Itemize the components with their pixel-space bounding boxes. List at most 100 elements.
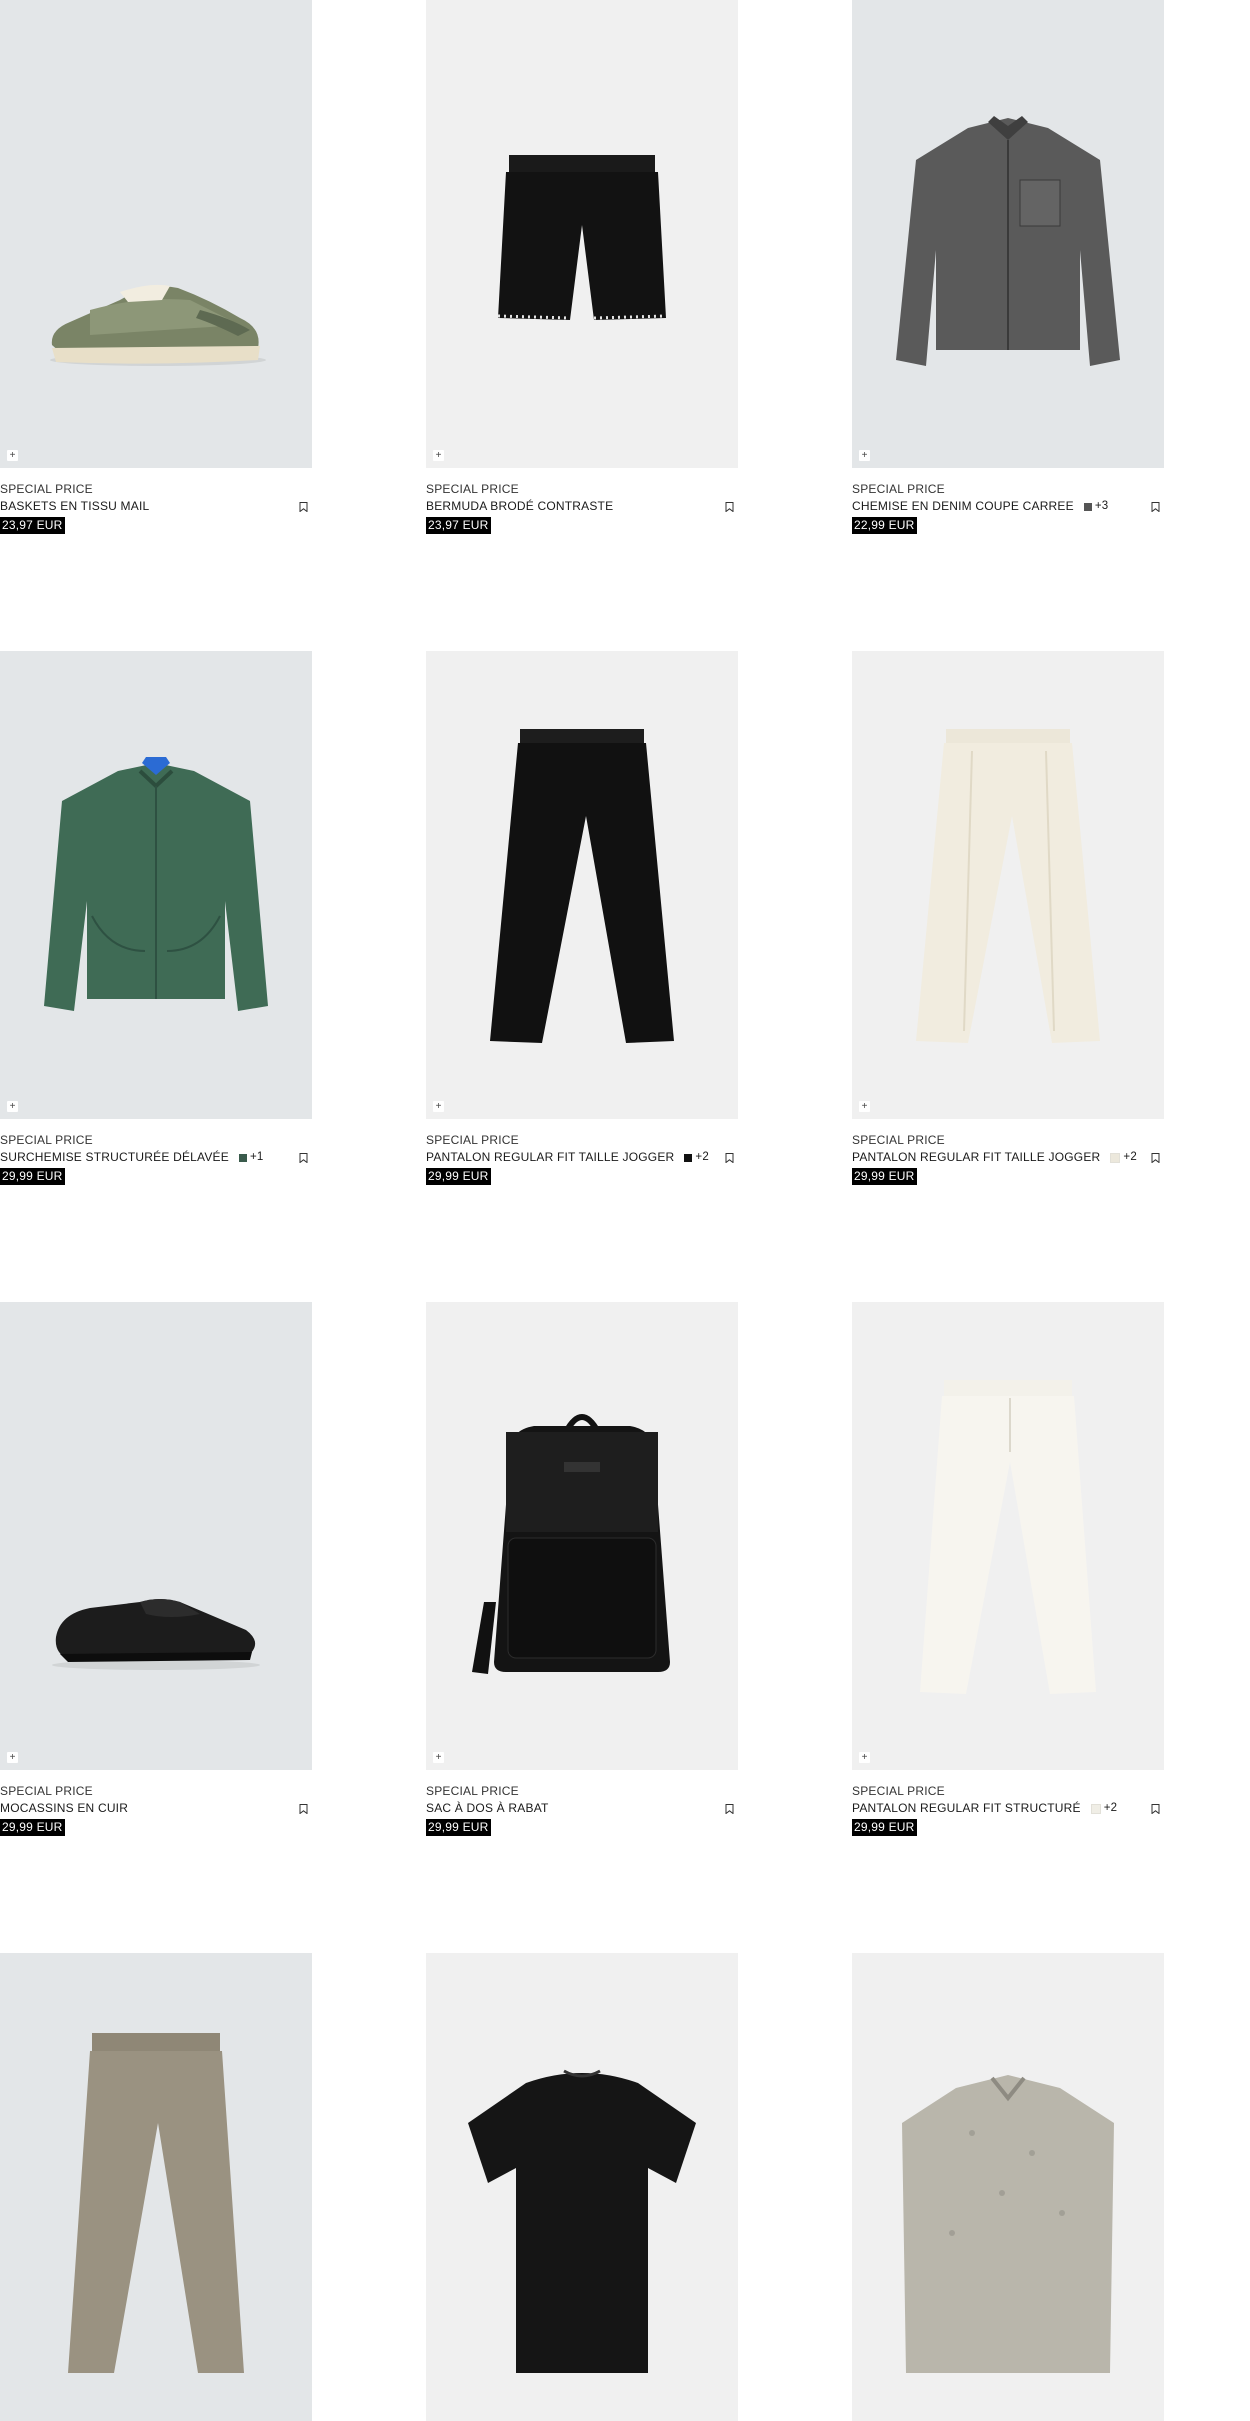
- bookmark-icon[interactable]: [299, 1804, 308, 1814]
- khaki-trousers-icon: [68, 2033, 244, 2373]
- quick-add-icon[interactable]: +: [433, 450, 444, 461]
- product-info: SPECIAL PRICE SURCHEMISE STRUCTURÉE DÉLAV…: [0, 1119, 312, 1185]
- bookmark-icon[interactable]: [299, 502, 308, 512]
- backpack-icon: [472, 1414, 670, 1674]
- product-card[interactable]: + SPECIAL PRICE SAC À DOS À RABAT 29,99 EUR: [426, 1302, 738, 1836]
- product-price: 29,99 EUR: [0, 1168, 65, 1185]
- product-card[interactable]: + SPECIAL PRICE BASKETS EN TISSU MAIL 23,97…: [0, 0, 312, 534]
- product-info: SPECIAL PRICE BASKETS EN TISSU MAIL 23,97 …: [0, 468, 312, 534]
- product-grid: + SPECIAL PRICE BASKETS EN TISSU MAIL 23,97…: [0, 0, 1250, 2421]
- product-card[interactable]: + SPECIAL PRICE MOCASSINS EN CUIR 29,99 EUR: [0, 1302, 312, 1836]
- bookmark-icon[interactable]: [299, 1153, 308, 1163]
- product-price: 29,99 EUR: [426, 1819, 491, 1836]
- product-name[interactable]: PANTALON REGULAR FIT STRUCTURÉ: [852, 1801, 1081, 1815]
- green-overshirt-icon: [44, 757, 268, 1011]
- product-image[interactable]: [0, 1953, 312, 2421]
- product-image[interactable]: +: [426, 1302, 738, 1770]
- product-title-row: BASKETS EN TISSU MAIL: [0, 497, 312, 516]
- bookmark-icon[interactable]: [725, 502, 734, 512]
- promo-tag: SPECIAL PRICE: [0, 1133, 93, 1147]
- denim-shirt-icon: [896, 116, 1120, 366]
- sneaker-icon: [50, 284, 266, 366]
- product-price: 29,99 EUR: [852, 1168, 917, 1185]
- product-name[interactable]: SURCHEMISE STRUCTURÉE DÉLAVÉE: [0, 1150, 229, 1164]
- color-count: +3: [1094, 500, 1109, 512]
- promo-tag: SPECIAL PRICE: [426, 1784, 519, 1798]
- product-name[interactable]: PANTALON REGULAR FIT TAILLE JOGGER: [426, 1150, 674, 1164]
- product-image[interactable]: [426, 1953, 738, 2421]
- product-info: SPECIAL PRICE PANTALON REGULAR FIT STRUCT…: [852, 1770, 1164, 1836]
- promo-tag: SPECIAL PRICE: [0, 1784, 93, 1798]
- knit-shirt-icon: [902, 2075, 1114, 2373]
- product-image[interactable]: +: [426, 651, 738, 1119]
- product-name[interactable]: BASKETS EN TISSU MAIL: [0, 499, 149, 513]
- color-swatch: [1110, 1152, 1121, 1163]
- shorts-icon: [497, 155, 667, 320]
- product-card[interactable]: [852, 1953, 1164, 2421]
- product-card[interactable]: [0, 1953, 312, 2421]
- product-card[interactable]: + SPECIAL PRICE PANTALON REGULAR FIT TAILL…: [852, 651, 1164, 1185]
- product-info: SPECIAL PRICE CHEMISE EN DENIM COUPE CARR…: [852, 468, 1164, 534]
- product-name[interactable]: PANTALON REGULAR FIT TAILLE JOGGER: [852, 1150, 1100, 1164]
- product-price: 22,99 EUR: [852, 517, 917, 534]
- black-tee-icon: [468, 2069, 696, 2373]
- bookmark-icon[interactable]: [725, 1804, 734, 1814]
- bookmark-icon[interactable]: [1151, 1153, 1160, 1163]
- product-price: 29,99 EUR: [0, 1819, 65, 1836]
- product-name[interactable]: BERMUDA BRODÉ CONTRASTE: [426, 499, 613, 513]
- product-info: SPECIAL PRICE BERMUDA BRODÉ CONTRASTE 23,9…: [426, 468, 738, 534]
- product-image[interactable]: +: [852, 0, 1164, 468]
- quick-add-icon[interactable]: +: [859, 1101, 870, 1112]
- product-price: 23,97 EUR: [426, 517, 491, 534]
- promo-tag: SPECIAL PRICE: [426, 1133, 519, 1147]
- bookmark-icon[interactable]: [725, 1153, 734, 1163]
- white-trousers-icon: [920, 1380, 1096, 1694]
- quick-add-icon[interactable]: +: [433, 1752, 444, 1763]
- product-title-row: PANTALON REGULAR FIT STRUCTURÉ +2: [852, 1799, 1164, 1818]
- promo-tag: SPECIAL PRICE: [852, 482, 945, 496]
- quick-add-icon[interactable]: +: [859, 1752, 870, 1763]
- color-count: +2: [1103, 1802, 1118, 1814]
- black-trousers-icon: [490, 729, 674, 1043]
- color-count: +2: [1123, 1151, 1137, 1163]
- product-title-row: SAC À DOS À RABAT: [426, 1799, 738, 1818]
- color-count: +1: [249, 1151, 264, 1163]
- product-image[interactable]: +: [852, 1302, 1164, 1770]
- product-image[interactable]: +: [0, 1302, 312, 1770]
- quick-add-icon[interactable]: +: [859, 450, 870, 461]
- product-image[interactable]: +: [426, 0, 738, 468]
- product-image[interactable]: [852, 1953, 1164, 2421]
- product-card[interactable]: + SPECIAL PRICE CHEMISE EN DENIM COUPE CAR…: [852, 0, 1164, 534]
- bookmark-icon[interactable]: [1151, 502, 1160, 512]
- product-card[interactable]: + SPECIAL PRICE PANTALON REGULAR FIT TAILL…: [426, 651, 738, 1185]
- product-info: SPECIAL PRICE MOCASSINS EN CUIR 29,99 EUR: [0, 1770, 312, 1836]
- cream-trousers-icon: [916, 729, 1100, 1043]
- product-image[interactable]: +: [0, 0, 312, 468]
- product-image[interactable]: +: [852, 651, 1164, 1119]
- color-variants[interactable]: +2: [684, 1148, 709, 1167]
- color-swatch: [1090, 1803, 1101, 1814]
- quick-add-icon[interactable]: +: [7, 1752, 18, 1763]
- product-image[interactable]: +: [0, 651, 312, 1119]
- quick-add-icon[interactable]: +: [7, 450, 18, 461]
- product-name[interactable]: SAC À DOS À RABAT: [426, 1801, 549, 1815]
- color-variants[interactable]: +3: [1083, 497, 1109, 516]
- product-card[interactable]: + SPECIAL PRICE PANTALON REGULAR FIT STRUC…: [852, 1302, 1164, 1836]
- product-card[interactable]: + SPECIAL PRICE BERMUDA BRODÉ CONTRASTE 23,…: [426, 0, 738, 534]
- product-info: SPECIAL PRICE PANTALON REGULAR FIT TAILLE…: [426, 1119, 738, 1185]
- promo-tag: SPECIAL PRICE: [426, 482, 519, 496]
- quick-add-icon[interactable]: +: [7, 1101, 18, 1112]
- color-variants[interactable]: +2: [1110, 1148, 1137, 1167]
- quick-add-icon[interactable]: +: [433, 1101, 444, 1112]
- product-name[interactable]: MOCASSINS EN CUIR: [0, 1801, 128, 1815]
- color-variants[interactable]: +2: [1090, 1799, 1118, 1818]
- bookmark-icon[interactable]: [1151, 1804, 1160, 1814]
- color-swatch: [684, 1153, 693, 1162]
- product-name[interactable]: CHEMISE EN DENIM COUPE CARREE: [852, 499, 1074, 513]
- color-variants[interactable]: +1: [238, 1148, 264, 1167]
- promo-tag: SPECIAL PRICE: [852, 1133, 945, 1147]
- product-card[interactable]: + SPECIAL PRICE SURCHEMISE STRUCTURÉE DÉLA…: [0, 651, 312, 1185]
- product-title-row: SURCHEMISE STRUCTURÉE DÉLAVÉE +1: [0, 1148, 312, 1167]
- product-title-row: PANTALON REGULAR FIT TAILLE JOGGER +2: [852, 1148, 1164, 1167]
- product-card[interactable]: [426, 1953, 738, 2421]
